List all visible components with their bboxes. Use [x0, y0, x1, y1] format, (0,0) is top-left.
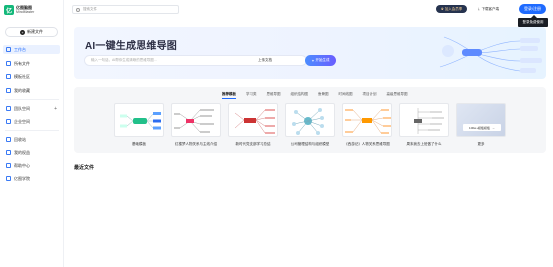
tab-recommended[interactable]: 推荐模板: [222, 92, 236, 99]
template-label: 红楼梦人物关系与主线介绍: [175, 142, 217, 146]
tab-fishbone[interactable]: 鱼骨图: [318, 92, 329, 99]
template-card[interactable]: 新时代党支部学习总结: [228, 103, 278, 147]
template-tabs: 推荐模板 学习类 思维导图 组织结构图 鱼骨图 时间线图 项目计划 高级思维导图: [222, 92, 408, 99]
team-icon: [6, 106, 11, 111]
template-thumbnail: [114, 103, 164, 137]
sparkle-icon: ✦: [311, 58, 315, 63]
enterprise-icon: [6, 119, 11, 124]
login-tooltip: 登录免费使用: [518, 15, 548, 27]
sidebar-item-all-files[interactable]: 所有文件: [3, 59, 60, 68]
workspace-icon: [6, 47, 11, 52]
upload-label: 上传文档: [258, 58, 272, 62]
plus-icon: +: [20, 29, 25, 35]
trash-icon: [6, 137, 11, 142]
template-card[interactable]: 公司管理结构与组织模型: [285, 103, 335, 147]
sidebar-item-trash[interactable]: 回收站: [3, 135, 60, 144]
more-templates-button[interactable]: 100w+模板模板 →: [463, 124, 501, 131]
tab-org-chart[interactable]: 组织结构图: [291, 92, 309, 99]
star-icon: [6, 88, 11, 93]
download-icon: ⤓: [478, 7, 480, 11]
arrow-right-icon: →: [491, 125, 495, 130]
sidebar-item-label: 企业空间: [14, 118, 30, 124]
app-root: 亿 亿图脑图 MindMaster + 新建文件 工作台 所有文件 模板社区 我…: [0, 0, 553, 267]
sidebar-item-enterprise[interactable]: 企业空间: [3, 117, 60, 126]
vip-button[interactable]: ♛ 加入会员享: [436, 5, 467, 13]
template-label: 新时代党支部学习总结: [235, 142, 271, 146]
template-card[interactable]: 红楼梦人物关系与主线介绍: [171, 103, 221, 147]
sidebar-item-label: 帮助中心: [14, 162, 30, 168]
search-input[interactable]: 搜索文件: [72, 5, 179, 14]
help-icon: [6, 163, 11, 168]
download-client-button[interactable]: ⤓ 下载客户端: [478, 5, 499, 13]
crown-icon: ♛: [440, 7, 444, 11]
template-label: 公司管理结构与组织模型: [290, 142, 330, 146]
template-label: 周末我去上班做了什么: [406, 142, 442, 146]
sidebar-item-favorites[interactable]: 我的收藏: [3, 86, 60, 95]
sidebar-item-workspace[interactable]: 工作台: [3, 45, 60, 54]
template-panel: 推荐模板 学习类 思维导图 组织结构图 鱼骨图 时间线图 项目计划 高级思维导图: [74, 87, 546, 153]
sidebar-item-label: 亿图学院: [14, 175, 30, 181]
template-thumbnail: [285, 103, 335, 137]
sidebar-item-label: 所有文件: [14, 60, 30, 66]
template-thumbnail: [399, 103, 449, 137]
ai-banner: AI一键生成思维导图 输入一句话，AI帮你生成清晰的思维导图... 上传文档 ✦…: [74, 27, 546, 79]
template-thumbnail: [228, 103, 278, 137]
sidebar-item-academy[interactable]: 亿图学院: [3, 174, 60, 183]
files-icon: [6, 61, 11, 66]
template-label: 更多: [477, 142, 485, 146]
more-templates-label: 100w+模板模板: [469, 125, 490, 130]
tab-mindmap[interactable]: 思维导图: [267, 92, 281, 99]
template-card[interactable]: 《西游记》人物关系思维导图: [342, 103, 392, 147]
new-file-button[interactable]: + 新建文件: [5, 27, 58, 37]
academy-icon: [6, 176, 11, 181]
ai-prompt-input[interactable]: 输入一句话，AI帮你生成清晰的思维导图...: [84, 55, 307, 66]
tab-timeline[interactable]: 时间线图: [339, 92, 353, 99]
sidebar-item-help[interactable]: 帮助中心: [3, 161, 60, 170]
search-placeholder: 搜索文件: [83, 7, 97, 11]
tab-study[interactable]: 学习类: [246, 92, 257, 99]
vip-label: 加入会员享: [444, 6, 463, 11]
rights-icon: [6, 150, 11, 155]
template-icon: [6, 74, 11, 79]
sidebar-item-team[interactable]: 团队空间 +: [3, 104, 60, 113]
generate-label: 开始生成: [315, 58, 330, 62]
template-card[interactable]: 周末我去上班做了什么: [399, 103, 449, 147]
sidebar-item-label: 我的收藏: [14, 87, 30, 93]
logo-icon: 亿: [4, 5, 14, 15]
sidebar: 亿 亿图脑图 MindMaster + 新建文件 工作台 所有文件 模板社区 我…: [0, 0, 64, 267]
sidebar-item-templates[interactable]: 模板社区: [3, 72, 60, 81]
upload-document-button[interactable]: 上传文档: [258, 55, 272, 66]
banner-title: AI一键生成思维导图: [85, 41, 177, 52]
template-thumbnail: [342, 103, 392, 137]
template-card[interactable]: 基础模板: [114, 103, 164, 147]
tab-advanced[interactable]: 高级思维导图: [387, 92, 408, 99]
divider: [5, 99, 59, 100]
template-thumbnail: 100w+模板模板 →: [456, 103, 506, 137]
logo-name-en: MindMaster: [16, 10, 35, 14]
sidebar-item-label: 模板社区: [14, 73, 30, 79]
divider: [5, 130, 59, 131]
sidebar-item-rights[interactable]: 我的权益: [3, 148, 60, 157]
search-icon: [76, 7, 80, 12]
generate-button[interactable]: ✦ 开始生成: [305, 55, 336, 66]
logo[interactable]: 亿 亿图脑图 MindMaster: [4, 5, 34, 15]
mindmap-illustration: [439, 36, 542, 73]
tab-project-plan[interactable]: 项目计划: [363, 92, 377, 99]
download-label: 下载客户端: [481, 6, 500, 11]
ai-prompt-placeholder: 输入一句话，AI帮你生成清晰的思维导图...: [91, 58, 157, 62]
sidebar-item-label: 我的权益: [14, 149, 30, 155]
add-team-button[interactable]: +: [54, 106, 57, 112]
recent-files-title: 最近文件: [74, 165, 95, 171]
sidebar-item-label: 回收站: [14, 136, 26, 142]
login-button[interactable]: 登录/注册: [519, 4, 546, 14]
template-thumbnail: [171, 103, 221, 137]
template-cards: 基础模板 红楼梦人物关系与主线介绍 新时代党支部学习总结 公司管理结构与组织模型: [114, 103, 506, 147]
template-card-more[interactable]: 100w+模板模板 → 更多: [456, 103, 506, 147]
template-label: 《西游记》人物关系思维导图: [344, 142, 390, 146]
template-label: 基础模板: [132, 142, 146, 146]
sidebar-item-label: 团队空间: [14, 105, 30, 111]
new-file-label: 新建文件: [27, 29, 43, 34]
sidebar-item-label: 工作台: [14, 46, 26, 52]
